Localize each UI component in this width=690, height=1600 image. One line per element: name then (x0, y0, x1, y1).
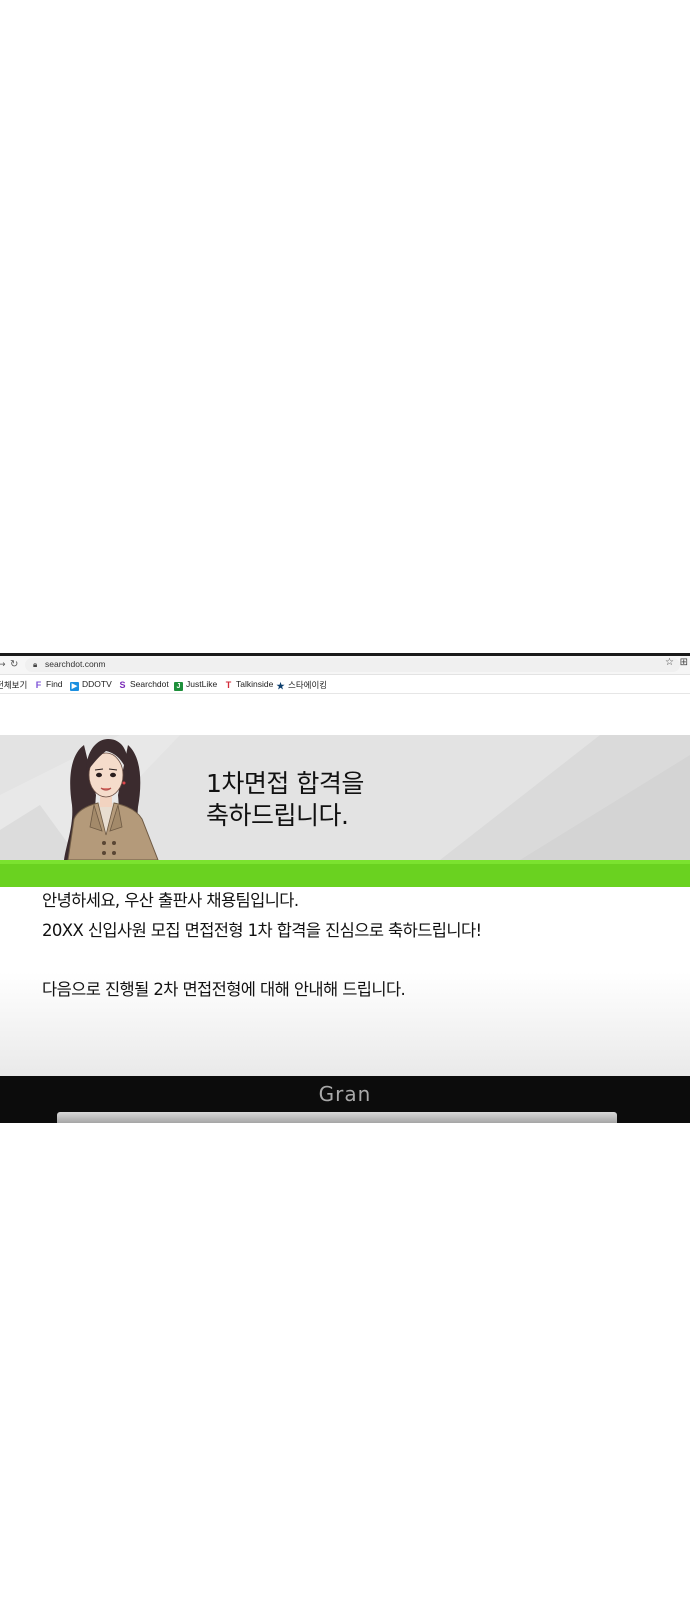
find-icon: F (35, 680, 42, 690)
bookmarks-bar: 전체보기 F Find ▶DDOTV S Searchdot JJustLike T… (0, 675, 690, 694)
bookmark-label: Talkinside (236, 679, 274, 689)
laptop-bezel: Gran (0, 1076, 690, 1123)
browser-address-bar: → ↻ 🔒︎ searchdot.conm ☆ ⊞ (0, 656, 690, 675)
url-text: searchdot.conm (45, 659, 106, 669)
congrats-text: 20XX 신입사원 모집 면접전형 1차 합격을 진심으로 축하드립니다! (42, 921, 482, 940)
lock-icon: 🔒︎ (33, 660, 38, 669)
url-field[interactable]: 🔒︎ searchdot.conm (25, 658, 680, 672)
talkinside-icon: T (225, 680, 232, 690)
bookmark-star-king[interactable]: ★ 스타에이킹 (276, 679, 327, 691)
play-icon: ▶ (70, 682, 79, 691)
bookmark-ddotv[interactable]: ▶ DDOTV (70, 679, 112, 691)
bookmark-talkinside[interactable]: T Talkinside (224, 679, 274, 690)
headline-line-2: 축하드립니다. (206, 801, 349, 830)
green-band-highlight (0, 860, 690, 864)
bookmark-label: 전체보기 (0, 680, 28, 690)
bookmark-searchdot[interactable]: S Searchdot (118, 679, 169, 690)
next-step-text: 다음으로 진행될 2차 면접전형에 대해 안내해 드립니다. (42, 980, 406, 999)
bookmark-star-icon[interactable]: ☆ (665, 657, 674, 668)
reload-icon[interactable]: ↻ (10, 659, 18, 670)
bookmark-find[interactable]: F Find (34, 679, 63, 690)
justlike-icon: J (174, 682, 183, 691)
bookmark-label: 스타에이킹 (288, 680, 328, 690)
searchdot-icon: S (119, 680, 126, 690)
bookmark-label: JustLike (186, 679, 218, 689)
headline-line-1: 1차면접 합격을 (206, 769, 364, 798)
bookmark-justlike[interactable]: J JustLike (174, 679, 217, 691)
bookmark-label: DDOTV (82, 679, 112, 689)
greeting-text: 안녕하세요, 우산 출판사 채용팀입니다. (42, 891, 299, 910)
laptop-hinge (57, 1112, 617, 1123)
back-arrow-icon[interactable]: → (0, 660, 6, 670)
bookmark-label: Find (46, 679, 63, 689)
laptop-screen: → ↻ 🔒︎ searchdot.conm ☆ ⊞ 전체보기 F Find ▶DD… (0, 653, 690, 1123)
star-icon: ★ (276, 681, 285, 691)
bookmark-label: Searchdot (130, 679, 169, 689)
recruiter-character-illustration (64, 739, 159, 860)
extensions-icon[interactable]: ⊞ (680, 657, 688, 668)
green-accent-band (0, 860, 690, 887)
email-body: 안녕하세요, 우산 출판사 채용팀입니다. 20XX 신입사원 모집 면접전형 … (0, 887, 690, 1077)
laptop-brand-logo: Gran (318, 1082, 372, 1106)
bookmark-all[interactable]: 전체보기 (0, 679, 27, 691)
congrats-headline: 1차면접 합격을 축하드립니다. (206, 768, 364, 832)
